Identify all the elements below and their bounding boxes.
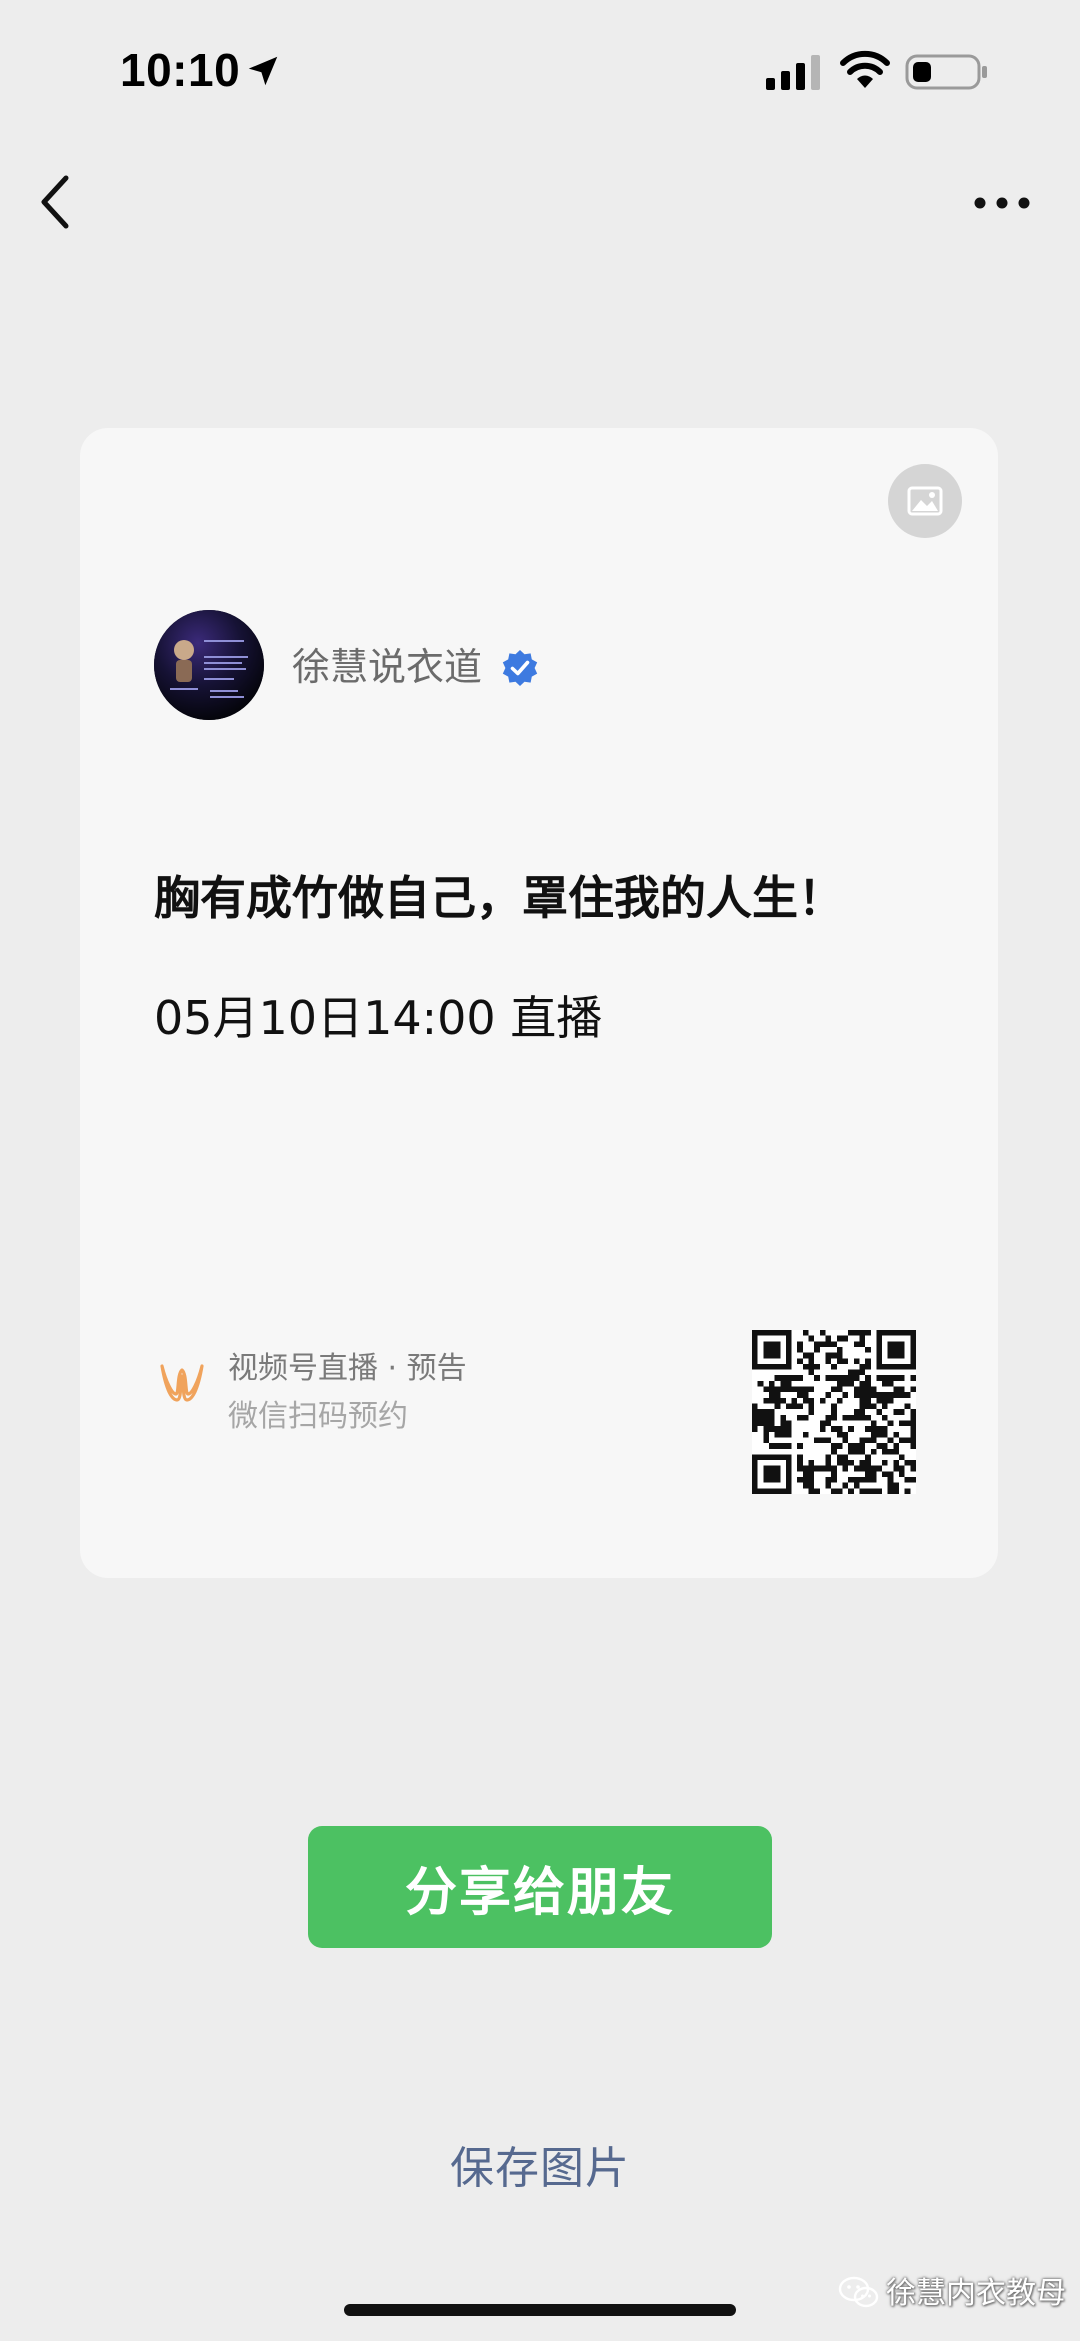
ellipsis-icon[interactable] — [972, 188, 1032, 218]
chevron-left-icon[interactable] — [36, 172, 76, 232]
cellular-signal-icon — [766, 55, 820, 90]
wechat-icon — [838, 2276, 879, 2308]
author-name[interactable]: 徐慧说衣道 — [292, 642, 482, 692]
battery-icon — [905, 54, 987, 90]
image-toggle-button[interactable] — [888, 464, 962, 538]
share-to-friend-button[interactable]: 分享给朋友 — [308, 1826, 772, 1948]
channels-logo-icon — [160, 1364, 204, 1402]
verified-badge-icon — [502, 650, 538, 686]
live-time: 05月10日14:00 直播 — [154, 991, 603, 1045]
scan-label: 微信扫码预约 — [228, 1399, 408, 1434]
watermark-text: 徐慧内衣教母 — [886, 2276, 1066, 2311]
live-title: 胸有成竹做自己，罩住我的人生！ — [154, 871, 844, 925]
home-indicator — [344, 2304, 736, 2316]
avatar — [154, 610, 264, 720]
wifi-icon — [840, 50, 890, 88]
save-image-button[interactable]: 保存图片 — [380, 2134, 700, 2204]
status-bar: 10:10 — [0, 0, 1080, 140]
status-time: 10:10 — [120, 44, 241, 96]
qr-code-icon — [752, 1330, 916, 1494]
location-arrow-icon — [248, 56, 278, 86]
live-preview-poster: 徐慧说衣道 胸有成竹做自己，罩住我的人生！ 05月10日14:00 直播 视频号… — [80, 428, 998, 1578]
avatar-image — [154, 610, 264, 720]
image-icon — [907, 486, 943, 516]
channels-label: 视频号直播 · 预告 — [228, 1351, 467, 1386]
watermark: 徐慧内衣教母 — [838, 2270, 1074, 2318]
